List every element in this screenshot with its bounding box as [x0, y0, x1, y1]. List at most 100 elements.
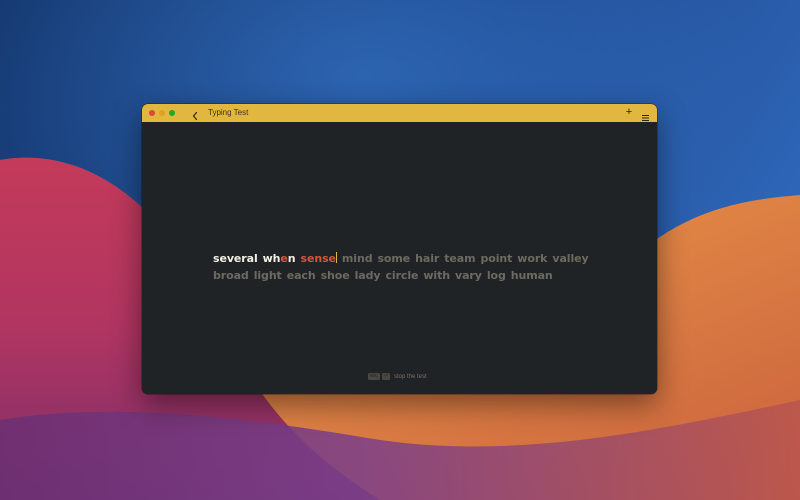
word-char-pending: u — [518, 269, 527, 282]
test-word: hair — [415, 250, 439, 267]
test-word: team — [444, 250, 475, 267]
word-char-pending: y — [474, 269, 482, 282]
test-word: some — [377, 250, 410, 267]
word-char-pending: n — [356, 252, 365, 265]
typing-caret — [335, 252, 337, 263]
text-line: several when sense mind some hair team point wor… — [213, 250, 613, 267]
word-char-correct: e — [233, 252, 242, 265]
word-char-correct: n — [287, 252, 296, 265]
word-char-pending: e — [286, 269, 295, 282]
text-line: broad light each shoe lady circle with vary log h… — [213, 267, 613, 284]
word-char-pending: w — [517, 252, 528, 265]
minimize-window-button[interactable] — [159, 110, 165, 116]
word-char-pending: v — [552, 252, 560, 265]
test-word: with — [423, 267, 450, 284]
word-char-pending: d — [240, 269, 249, 282]
test-word: shoe — [321, 267, 350, 284]
word-char-incorrect: e — [328, 252, 336, 265]
word-char-pending: n — [499, 252, 508, 265]
word-char-pending: g — [261, 269, 269, 282]
word-char-pending: r — [433, 252, 440, 265]
test-word: sense — [301, 250, 337, 267]
word-char-pending: o — [490, 269, 498, 282]
test-word: lady — [355, 267, 381, 284]
word-char-correct: a — [246, 252, 254, 265]
word-char-pending: m — [391, 252, 403, 265]
word-char-correct: e — [219, 252, 227, 265]
word-char-pending: a — [559, 252, 567, 265]
word-char-pending: a — [462, 269, 470, 282]
menu-button[interactable] — [641, 108, 650, 121]
word-char-pending: h — [442, 269, 450, 282]
test-word: work — [517, 250, 547, 267]
word-char-pending: h — [268, 269, 277, 282]
word-char-pending: k — [540, 252, 548, 265]
word-char-pending: m — [526, 269, 538, 282]
enter-key-badge: ⏎ — [381, 373, 390, 380]
word-char-pending: o — [488, 252, 496, 265]
typing-text-area[interactable]: several when sense mind some hair team point wor… — [213, 250, 613, 284]
word-char-pending: d — [365, 269, 374, 282]
word-char-pending: a — [233, 269, 241, 282]
test-word: point — [480, 250, 512, 267]
word-char-pending: b — [213, 269, 221, 282]
word-char-pending: e — [342, 269, 350, 282]
word-char-pending: g — [497, 269, 506, 282]
test-word: vary — [455, 267, 482, 284]
test-word: broad — [213, 267, 249, 284]
word-char-pending: t — [507, 252, 513, 265]
word-char-incorrect: e — [280, 252, 288, 265]
close-window-button[interactable] — [149, 110, 155, 116]
test-word: when — [263, 250, 296, 267]
word-char-pending: t — [276, 269, 282, 282]
test-word: human — [511, 267, 553, 284]
word-char-incorrect: e — [306, 252, 315, 265]
word-char-pending: n — [544, 269, 553, 282]
word-char-pending: o — [527, 252, 535, 265]
word-char-pending: h — [510, 269, 519, 282]
esc-key-badge: esc — [368, 373, 380, 380]
title-bar: Typing Test + — [142, 104, 657, 122]
word-char-pending: w — [423, 269, 434, 282]
word-char-pending: d — [364, 252, 373, 265]
test-word: mind — [342, 250, 373, 267]
test-word: each — [287, 267, 316, 284]
word-char-pending: e — [410, 269, 419, 282]
word-char-pending: e — [574, 252, 582, 265]
word-char-pending: y — [373, 269, 381, 282]
hint-text: stop the test — [393, 374, 427, 380]
word-char-pending: o — [226, 269, 234, 282]
test-word: light — [254, 267, 282, 284]
word-char-pending: m — [464, 252, 476, 265]
word-char-pending: y — [581, 252, 589, 265]
word-char-pending: e — [449, 252, 457, 265]
word-char-pending: h — [307, 269, 316, 282]
word-char-pending: o — [383, 252, 392, 265]
test-word: several — [213, 250, 258, 267]
word-char-pending: o — [334, 269, 343, 282]
word-char-correct: l — [253, 252, 258, 265]
word-char-correct: h — [272, 252, 281, 265]
hamburger-menu-icon — [642, 115, 649, 121]
stop-test-hint: esc ⏎ stop the test — [368, 372, 427, 382]
zoom-window-button[interactable] — [169, 110, 175, 116]
word-char-pending: h — [415, 252, 423, 265]
test-word: valley — [552, 250, 588, 267]
word-char-pending: a — [358, 269, 366, 282]
word-char-pending: a — [456, 252, 465, 265]
word-char-pending: p — [480, 252, 489, 265]
word-char-pending: m — [341, 252, 354, 265]
word-char-pending: h — [327, 269, 335, 282]
word-char-pending: a — [537, 269, 545, 282]
word-char-pending: a — [422, 252, 431, 265]
chevron-left-icon — [192, 111, 198, 121]
back-button[interactable] — [190, 107, 200, 121]
word-char-correct: w — [262, 252, 273, 265]
add-button[interactable]: + — [624, 106, 634, 118]
test-word: log — [487, 267, 506, 284]
test-word: circle — [385, 267, 418, 284]
word-char-pending: a — [294, 269, 302, 282]
window-title: Typing Test — [208, 108, 249, 117]
typing-test-window: Typing Test + several when sense mind some ha… — [142, 104, 657, 394]
word-char-incorrect: n — [314, 252, 323, 265]
